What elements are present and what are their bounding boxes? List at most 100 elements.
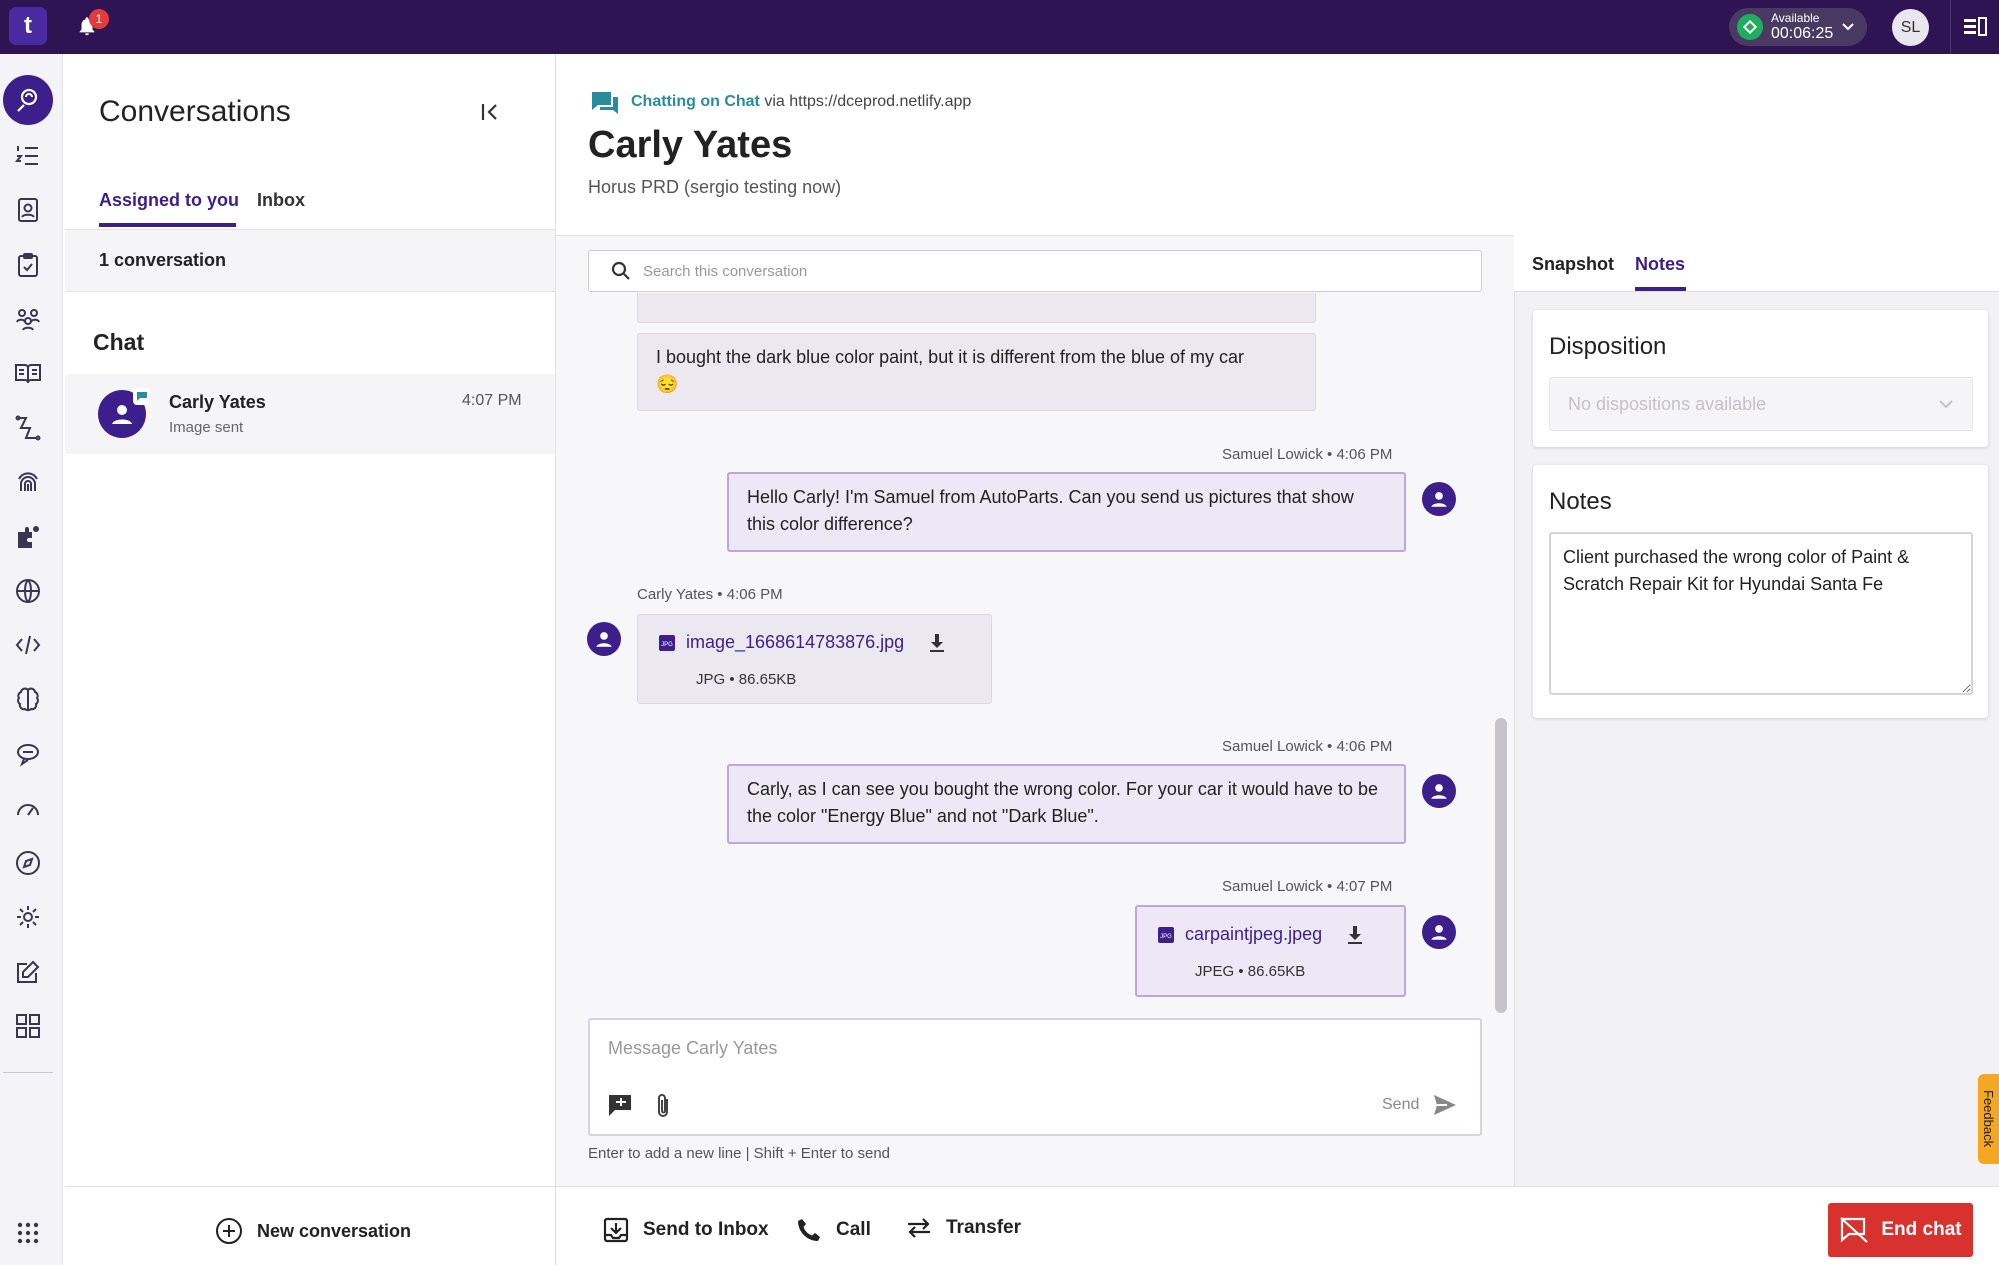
- disposition-placeholder: No dispositions available: [1568, 393, 1767, 414]
- phone-icon: [798, 1219, 820, 1241]
- contact-avatar-icon: [587, 622, 621, 656]
- chat-channel-icon: [133, 388, 150, 405]
- download-icon[interactable]: [928, 633, 946, 653]
- message-bubble-partial: [637, 293, 1316, 323]
- code-icon[interactable]: [12, 629, 44, 661]
- message-text: Carly, as I can see you bought the wrong…: [747, 779, 1379, 826]
- channel-label[interactable]: Chatting on Chat: [631, 93, 760, 110]
- file-attachment-outgoing[interactable]: JPG carpaintjpeg.jpeg JPEG • 86.65KB: [1135, 905, 1406, 997]
- settings-icon[interactable]: [12, 901, 44, 933]
- compass-icon[interactable]: [12, 847, 44, 879]
- jpg-file-icon: JPG: [1158, 926, 1174, 943]
- agent-avatar-icon: [1422, 482, 1456, 516]
- brain-icon[interactable]: [12, 684, 44, 716]
- feedback-tab[interactable]: Feedback: [1978, 1074, 1999, 1164]
- message-input[interactable]: [608, 1038, 1448, 1059]
- active-tab-indicator: [1635, 287, 1686, 291]
- notes-textarea[interactable]: Client purchased the wrong color of Pain…: [1549, 532, 1973, 695]
- transfer-button[interactable]: Transfer: [906, 1217, 1021, 1239]
- conversation-time: 4:07 PM: [462, 392, 522, 409]
- end-chat-label: End chat: [1881, 1219, 1962, 1240]
- disappointed-emoji: 😔: [656, 374, 679, 394]
- disposition-select[interactable]: No dispositions available: [1549, 377, 1973, 431]
- knowledge-icon[interactable]: [12, 357, 44, 389]
- agent-status-selector[interactable]: Available 00:06:25: [1729, 8, 1867, 46]
- composer-hint: Enter to add a new line | Shift + Enter …: [588, 1145, 890, 1162]
- file-meta: JPG • 86.65KB: [696, 671, 797, 688]
- status-available-icon: [1737, 14, 1763, 40]
- send-button[interactable]: Send: [1382, 1094, 1457, 1116]
- call-button[interactable]: Call: [796, 1217, 871, 1243]
- channel-info: Chatting on Chat via https://dceprod.net…: [631, 93, 971, 111]
- message-bubble-outgoing: Carly, as I can see you bought the wrong…: [727, 764, 1406, 844]
- message-meta: Samuel Lowick • 4:07 PM: [1222, 878, 1393, 895]
- integrations-icon[interactable]: [12, 521, 44, 553]
- edit-icon[interactable]: [12, 956, 44, 988]
- conversation-search[interactable]: [588, 250, 1482, 292]
- canned-response-icon[interactable]: [608, 1094, 634, 1118]
- conversation-contact-name: Carly Yates: [169, 392, 266, 412]
- message-meta: Carly Yates • 4:06 PM: [637, 586, 783, 603]
- chat-bubble-icon[interactable]: [12, 738, 44, 770]
- action-bar: [556, 1186, 1999, 1265]
- teams-icon[interactable]: [12, 303, 44, 335]
- chat-channel-icon: [590, 90, 620, 118]
- tab-notes[interactable]: Notes: [1635, 254, 1685, 275]
- tab-inbox[interactable]: Inbox: [257, 190, 305, 211]
- download-icon[interactable]: [1346, 925, 1364, 945]
- message-scrollbar[interactable]: [1495, 718, 1507, 1013]
- file-attachment-incoming[interactable]: JPG image_1668614783876.jpg JPG • 86.65K…: [637, 614, 992, 704]
- dashboard-icon[interactable]: [12, 792, 44, 824]
- section-heading-chat: Chat: [93, 329, 145, 355]
- message-composer: [588, 1018, 1482, 1136]
- agent-avatar-icon: [1422, 774, 1456, 808]
- end-chat-button[interactable]: End chat: [1828, 1203, 1973, 1257]
- flows-icon[interactable]: [12, 412, 44, 444]
- send-label: Send: [1382, 1096, 1420, 1113]
- transfer-label: Transfer: [946, 1217, 1021, 1238]
- top-bar: [0, 0, 1999, 54]
- jpg-file-icon: JPG: [659, 634, 675, 651]
- send-icon: [1434, 1095, 1457, 1115]
- search-input[interactable]: [643, 262, 1443, 280]
- conversations-title: Conversations: [99, 95, 291, 128]
- send-to-inbox-button[interactable]: Send to Inbox: [603, 1217, 769, 1243]
- message-bubble-outgoing: Hello Carly! I'm Samuel from AutoParts. …: [727, 472, 1406, 552]
- svg-text:JPG: JPG: [661, 642, 673, 648]
- call-label: Call: [836, 1219, 871, 1240]
- notes-title: Notes: [1549, 488, 1612, 515]
- message-text: Hello Carly! I'm Samuel from AutoParts. …: [747, 487, 1354, 534]
- active-tab-indicator: [99, 223, 236, 227]
- tab-snapshot[interactable]: Snapshot: [1532, 254, 1614, 275]
- inbox-download-icon: [603, 1217, 629, 1243]
- tasks-icon[interactable]: [12, 249, 44, 281]
- attachment-icon[interactable]: [655, 1093, 671, 1119]
- customer-subtitle: Horus PRD (sergio testing now): [588, 177, 842, 197]
- disposition-title: Disposition: [1549, 333, 1667, 360]
- apps-grid-icon[interactable]: [12, 1217, 44, 1249]
- fingerprint-icon[interactable]: [12, 466, 44, 498]
- conversation-last-message: Image sent: [169, 419, 244, 436]
- globe-icon[interactable]: [12, 575, 44, 607]
- app-logo[interactable]: t: [9, 7, 47, 45]
- chevron-down-icon: [1842, 23, 1854, 31]
- user-avatar[interactable]: SL: [1892, 9, 1929, 46]
- collapse-panel-icon[interactable]: [480, 102, 502, 122]
- new-conversation-button[interactable]: New conversation: [215, 1217, 411, 1245]
- file-meta: JPEG • 86.65KB: [1195, 963, 1306, 980]
- file-name[interactable]: carpaintjpeg.jpeg: [1185, 921, 1322, 948]
- message-text: I bought the dark blue color paint, but …: [656, 347, 1244, 367]
- tab-assigned-to-you[interactable]: Assigned to you: [99, 190, 239, 211]
- agent-home-icon[interactable]: [3, 75, 53, 125]
- file-name[interactable]: image_1668614783876.jpg: [686, 629, 904, 656]
- agent-avatar-icon: [1422, 915, 1456, 949]
- layout-panel-icon[interactable]: [1963, 16, 1987, 38]
- contacts-icon[interactable]: [12, 194, 44, 226]
- end-chat-icon: [1840, 1217, 1869, 1243]
- queue-list-icon[interactable]: [12, 140, 44, 172]
- customer-name: Carly Yates: [588, 124, 793, 166]
- new-conversation-label: New conversation: [257, 1220, 412, 1241]
- search-icon: [611, 261, 630, 280]
- widgets-icon[interactable]: [12, 1010, 44, 1042]
- status-label: Available: [1771, 11, 1820, 25]
